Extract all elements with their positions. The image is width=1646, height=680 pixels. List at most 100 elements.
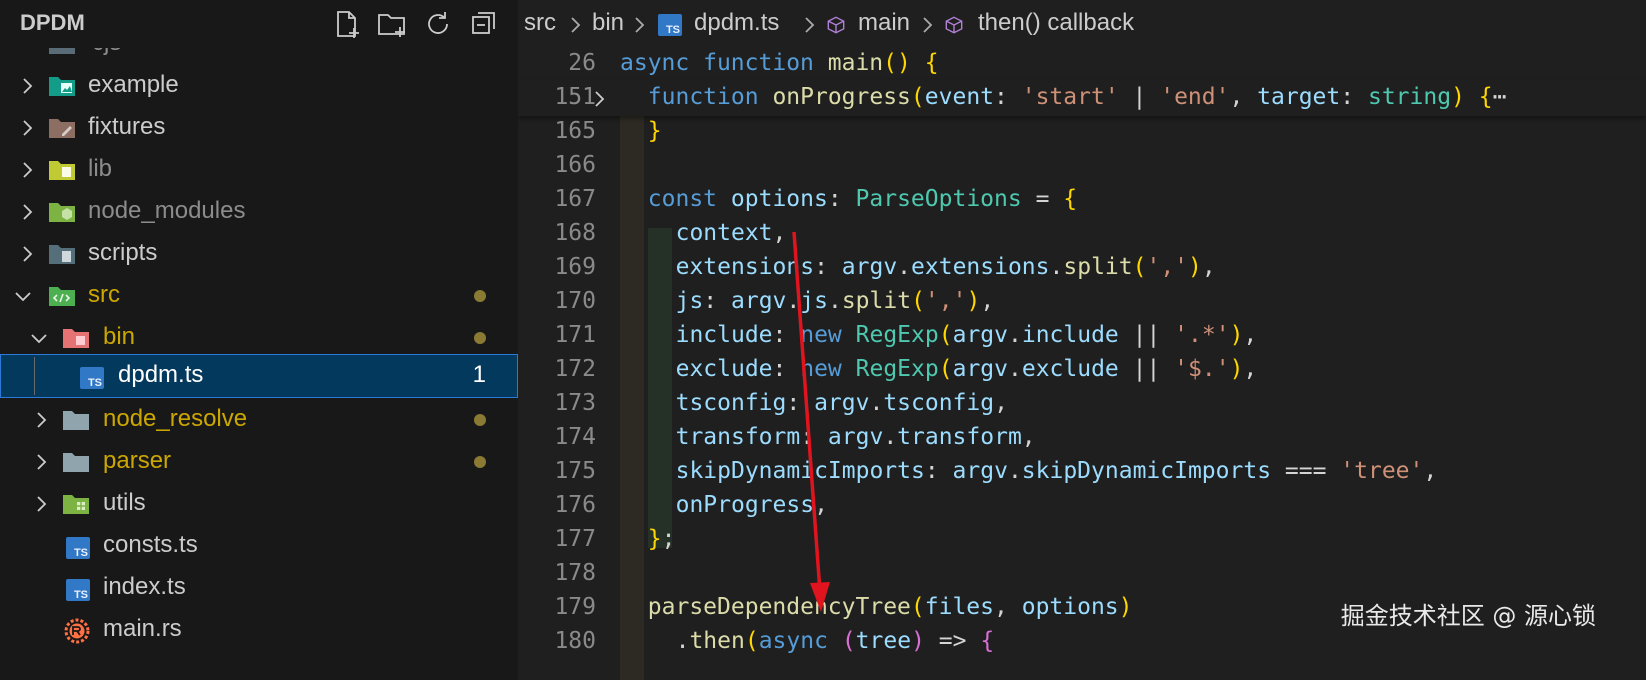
tree-item-label: main.rs bbox=[103, 615, 182, 642]
typescript-icon: TS bbox=[658, 14, 682, 36]
chevron-down-icon bbox=[12, 285, 34, 307]
line-number: 177 bbox=[554, 526, 596, 552]
modified-dot bbox=[474, 456, 486, 468]
line-number: 26 bbox=[568, 50, 596, 76]
code-line[interactable]: 168 context, bbox=[518, 216, 1646, 252]
code-line[interactable]: 169 extensions: argv.extensions.split(','… bbox=[518, 250, 1646, 286]
code-line[interactable]: 171 include: new RegExp(argv.include || '… bbox=[518, 318, 1646, 354]
problem-count-badge: 1 bbox=[472, 361, 486, 388]
modified-dot bbox=[474, 290, 486, 302]
code-line[interactable]: 26 async function main() { bbox=[518, 46, 1646, 82]
code-text: parseDependencyTree(files, options) bbox=[647, 594, 1133, 620]
tree-item-label: index.ts bbox=[103, 573, 186, 600]
explorer-sidebar: DPDM cjs DPDM example fixtures bbox=[0, 0, 518, 680]
tree-item-label: utils bbox=[103, 489, 146, 516]
tree-item-scripts[interactable]: scripts bbox=[0, 232, 518, 276]
line-number: 165 bbox=[554, 118, 596, 144]
tree-item-src[interactable]: src bbox=[0, 274, 518, 318]
code-text: onProgress, bbox=[675, 492, 828, 518]
tree-item-main-rs[interactable]: main.rs bbox=[0, 608, 518, 652]
chevron-right-icon bbox=[800, 13, 820, 37]
tree-item-label: fixtures bbox=[88, 113, 166, 140]
tree-item-node-resolve[interactable]: node_resolve bbox=[0, 398, 518, 442]
chevron-right-icon bbox=[630, 13, 650, 37]
code-line[interactable]: 165} bbox=[518, 114, 1646, 150]
tree-item-node-modules[interactable]: node_modules bbox=[0, 190, 518, 234]
folder-icon bbox=[62, 450, 90, 474]
code-text: }; bbox=[647, 526, 676, 552]
tree-item-fixtures[interactable]: fixtures bbox=[0, 106, 518, 150]
refresh-icon[interactable] bbox=[422, 8, 454, 40]
breadcrumb-item-bin[interactable]: bin bbox=[592, 9, 624, 37]
folder-utils-icon bbox=[62, 492, 90, 516]
breadcrumb-item-file[interactable]: dpdm.ts bbox=[694, 9, 779, 37]
code-line[interactable]: 173 tsconfig: argv.tsconfig, bbox=[518, 386, 1646, 422]
chevron-right-icon bbox=[16, 201, 38, 223]
tree-item-dpdm-ts[interactable]: TS dpdm.ts 1 bbox=[0, 354, 518, 398]
line-number: 166 bbox=[554, 152, 596, 178]
chevron-right-icon bbox=[16, 159, 38, 181]
line-number: 175 bbox=[554, 458, 596, 484]
fold-chevron-icon[interactable] bbox=[588, 88, 610, 110]
tree-item-label: dpdm.ts bbox=[118, 361, 204, 388]
line-number: 169 bbox=[554, 254, 596, 280]
folder-node-icon bbox=[48, 200, 76, 224]
tree-item-example[interactable]: example bbox=[0, 64, 518, 108]
folder-lib-icon bbox=[48, 158, 76, 182]
tree-item-label: scripts bbox=[88, 239, 158, 266]
chevron-right-icon bbox=[16, 75, 38, 97]
code-text: skipDynamicImports: argv.skipDynamicImpo… bbox=[675, 458, 1438, 484]
code-line[interactable]: 170 js: argv.js.split(','), bbox=[518, 284, 1646, 320]
tree-item-index-ts[interactable]: TS index.ts bbox=[0, 566, 518, 610]
tree-item-utils[interactable]: utils bbox=[0, 482, 518, 526]
modified-dot bbox=[474, 332, 486, 344]
folder-bin-icon bbox=[62, 326, 90, 350]
new-file-icon[interactable] bbox=[330, 8, 362, 40]
tree-item-lib[interactable]: lib bbox=[0, 148, 518, 192]
breadcrumb: src bin TS dpdm.ts main then() callback bbox=[518, 0, 1646, 50]
code-line[interactable]: 151 function onProgress(event: 'start' | … bbox=[518, 80, 1646, 116]
code-text: js: argv.js.split(','), bbox=[675, 288, 995, 314]
line-number: 171 bbox=[554, 322, 596, 348]
rust-icon bbox=[64, 618, 90, 644]
line-number: 167 bbox=[554, 186, 596, 212]
code-text: function onProgress(event: 'start' | 'en… bbox=[647, 84, 1507, 110]
tree-item-label: node_resolve bbox=[103, 405, 248, 432]
code-editor[interactable]: src bin TS dpdm.ts main then() callback … bbox=[518, 0, 1646, 680]
line-number: 151 bbox=[554, 84, 596, 110]
tree-item-label: parser bbox=[103, 447, 172, 474]
code-line[interactable]: 177}; bbox=[518, 522, 1646, 558]
tree-item-parser[interactable]: parser bbox=[0, 440, 518, 484]
chevron-right-icon bbox=[30, 493, 52, 515]
code-line[interactable]: 167 const options: ParseOptions = { bbox=[518, 182, 1646, 218]
folder-fixtures-icon bbox=[48, 116, 76, 140]
breadcrumb-item-callback[interactable]: then() callback bbox=[978, 9, 1134, 37]
code-text: context, bbox=[675, 220, 787, 246]
collapse-all-icon[interactable] bbox=[468, 8, 500, 40]
tree-item-consts-ts[interactable]: TS consts.ts bbox=[0, 524, 518, 568]
code-line[interactable]: 176 onProgress, bbox=[518, 488, 1646, 524]
code-line[interactable]: 166 bbox=[518, 148, 1646, 184]
code-text: extensions: argv.extensions.split(','), bbox=[675, 254, 1216, 280]
tree-item-label: consts.ts bbox=[103, 531, 198, 558]
cube-icon bbox=[826, 13, 852, 37]
code-text: .then(async (tree) => { bbox=[675, 628, 995, 654]
code-line[interactable]: 174 transform: argv.transform, bbox=[518, 420, 1646, 456]
chevron-right-icon bbox=[16, 243, 38, 265]
line-number: 168 bbox=[554, 220, 596, 246]
code-line[interactable]: 178 bbox=[518, 556, 1646, 592]
code-text: include: new RegExp(argv.include || '.*'… bbox=[675, 322, 1258, 348]
code-line[interactable]: 175 skipDynamicImports: argv.skipDynamicI… bbox=[518, 454, 1646, 490]
folder-example-icon bbox=[48, 74, 76, 98]
code-line[interactable]: 172 exclude: new RegExp(argv.exclude || '… bbox=[518, 352, 1646, 388]
chevron-down-icon bbox=[28, 327, 50, 349]
breadcrumb-item-main[interactable]: main bbox=[858, 9, 910, 37]
tree-item-label: node_modules bbox=[88, 197, 246, 224]
new-folder-icon[interactable] bbox=[376, 8, 408, 40]
breadcrumb-item-src[interactable]: src bbox=[524, 9, 556, 37]
line-number: 179 bbox=[554, 594, 596, 620]
folder-scripts-icon bbox=[48, 242, 76, 266]
chevron-right-icon bbox=[30, 409, 52, 431]
chevron-right-icon bbox=[16, 117, 38, 139]
tree-item-label: src bbox=[88, 281, 120, 308]
